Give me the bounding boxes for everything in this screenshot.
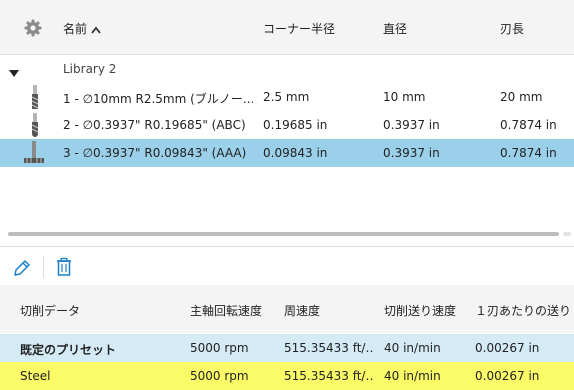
tool-corner-radius: 0.09843 in	[263, 146, 328, 160]
column-header-diameter[interactable]: 直径	[383, 20, 483, 37]
gear-icon[interactable]	[24, 19, 42, 37]
preset-row-default[interactable]: 既定のプリセット 5000 rpm 515.35433 ft/… 40 in/m…	[0, 334, 574, 362]
ball-end-mill-icon	[28, 113, 42, 140]
tool-diameter: 0.3937 in	[383, 146, 440, 160]
tool-row[interactable]: 1 - ∅10mm R2.5mm (ブルノー… 2.5 mm 10 mm 20 …	[0, 83, 574, 111]
tool-corner-radius: 0.19685 in	[263, 118, 328, 132]
column-header-surface-speed[interactable]: 周速度	[284, 302, 320, 319]
tool-flute-length: 20 mm	[500, 90, 543, 104]
horizontal-scrollbar[interactable]	[8, 232, 559, 236]
preset-spindle-speed: 5000 rpm	[190, 369, 249, 383]
pencil-icon[interactable]	[12, 258, 32, 278]
library-group-row[interactable]: Library 2	[0, 55, 574, 83]
column-header-feed-per-tooth[interactable]: １刃あたりの送り	[475, 302, 574, 319]
tool-name: 2 - ∅0.3937" R0.19685" (ABC)	[63, 118, 246, 132]
column-header-corner-radius[interactable]: コーナー半径	[263, 20, 373, 37]
trash-icon[interactable]	[54, 257, 74, 277]
tool-flute-length: 0.7874 in	[500, 118, 557, 132]
preset-feed-per-tooth: 0.00267 in	[475, 369, 540, 383]
preset-surface-speed: 515.35433 ft/…	[284, 369, 374, 383]
tool-row[interactable]: 2 - ∅0.3937" R0.19685" (ABC) 0.19685 in …	[0, 111, 574, 139]
preset-name: Steel	[20, 369, 51, 383]
presets-table-header: 切削データ 主軸回転速度 周速度 切削送り速度 １刃あたりの送り	[0, 285, 574, 333]
preset-feedrate: 40 in/min	[384, 341, 441, 355]
tool-row-selected[interactable]: 3 - ∅0.3937" R0.09843" (AAA) 0.09843 in …	[0, 139, 574, 167]
action-toolbar	[0, 247, 574, 285]
preset-row-steel[interactable]: Steel 5000 rpm 515.35433 ft/… 40 in/min …	[0, 362, 574, 390]
tool-diameter: 0.3937 in	[383, 118, 440, 132]
tool-diameter: 10 mm	[383, 90, 426, 104]
preset-feedrate: 40 in/min	[384, 369, 441, 383]
column-header-flute-length[interactable]: 刃長	[500, 20, 570, 37]
column-header-feedrate[interactable]: 切削送り速度	[384, 302, 456, 319]
preset-surface-speed: 515.35433 ft/…	[284, 341, 374, 355]
tool-table: 名前 コーナー半径 直径 刃長 Library 2 1 - ∅10mm R2.5…	[0, 0, 574, 246]
tool-name: 3 - ∅0.3937" R0.09843" (AAA)	[63, 146, 247, 160]
preset-feed-per-tooth: 0.00267 in	[475, 341, 540, 355]
toolbar-separator	[43, 256, 44, 278]
triangle-down-icon[interactable]	[9, 66, 19, 80]
column-header-name-label: 名前	[63, 22, 88, 36]
flat-end-mill-icon	[28, 85, 42, 112]
tool-flute-length: 0.7874 in	[500, 146, 557, 160]
tool-table-header: 名前 コーナー半径 直径 刃長	[0, 0, 574, 55]
tool-name: 1 - ∅10mm R2.5mm (ブルノー…	[63, 92, 253, 106]
library-group-label: Library 2	[63, 62, 117, 76]
tool-corner-radius: 2.5 mm	[263, 90, 310, 104]
presets-table: 切削データ 主軸回転速度 周速度 切削送り速度 １刃あたりの送り 既定のプリセッ…	[0, 285, 574, 390]
column-header-name[interactable]: 名前	[63, 20, 253, 40]
column-header-spindle-speed[interactable]: 主軸回転速度	[190, 302, 262, 319]
scrollbar-track-end	[563, 232, 571, 236]
t-slot-cutter-icon	[22, 141, 46, 168]
preset-name: 既定のプリセット	[20, 343, 117, 357]
column-header-cutting-data[interactable]: 切削データ	[20, 302, 80, 319]
sort-ascending-icon	[91, 23, 101, 37]
preset-spindle-speed: 5000 rpm	[190, 341, 249, 355]
